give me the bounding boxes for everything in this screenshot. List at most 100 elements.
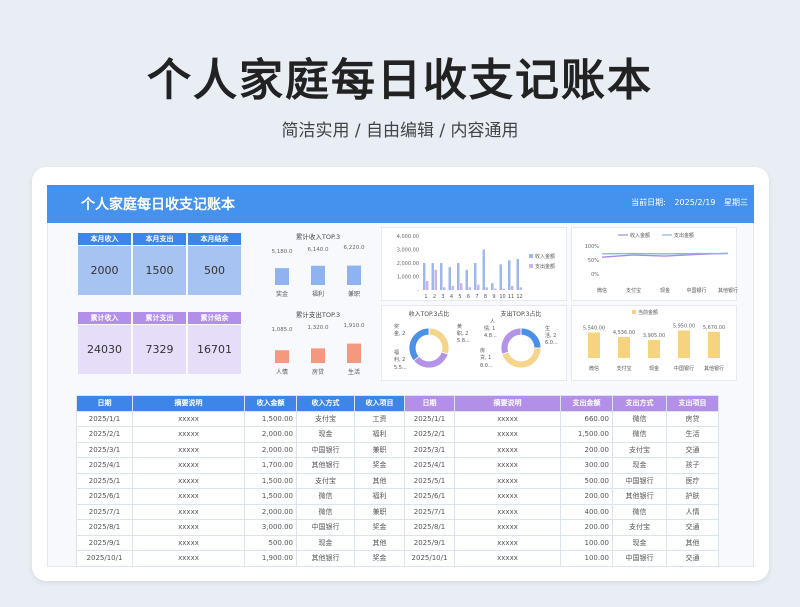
income-cell[interactable]: 2025/5/1 (76, 472, 133, 489)
expense-cell[interactable]: 生活 (666, 426, 719, 443)
expense-cell[interactable]: 200.00 (560, 488, 613, 505)
expense-cell[interactable]: 2025/2/1 (404, 426, 455, 443)
income-cell[interactable]: 1,500.00 (244, 472, 297, 489)
expense-cell[interactable]: 人情 (666, 503, 719, 520)
kpi-value[interactable]: 500 (188, 246, 241, 295)
income-cell[interactable]: 2025/8/1 (76, 519, 133, 536)
expense-cell[interactable]: 100.00 (560, 534, 613, 551)
income-cell[interactable]: 其他 (354, 534, 405, 551)
expense-cell[interactable]: 支付宝 (612, 519, 667, 536)
expense-cell[interactable]: 300.00 (560, 457, 613, 474)
income-cell[interactable]: xxxxx (132, 534, 245, 551)
income-cell[interactable]: xxxxx (132, 488, 245, 505)
expense-cell[interactable]: 交通 (666, 441, 719, 458)
expense-cell[interactable]: 孩子 (666, 457, 719, 474)
expense-cell[interactable]: 房贷 (666, 410, 719, 427)
income-cell[interactable]: 2025/6/1 (76, 488, 133, 505)
income-cell[interactable]: 工资 (354, 410, 405, 427)
expense-cell[interactable]: 交通 (666, 519, 719, 536)
income-cell[interactable]: 支付宝 (296, 472, 355, 489)
expense-cell[interactable]: 交通 (666, 550, 719, 567)
income-cell[interactable]: 500.00 (244, 534, 297, 551)
income-cell[interactable]: 2025/4/1 (76, 457, 133, 474)
expense-cell[interactable]: 2025/7/1 (404, 503, 455, 520)
expense-cell[interactable]: 现金 (612, 534, 667, 551)
income-cell[interactable]: xxxxx (132, 426, 245, 443)
income-cell[interactable]: xxxxx (132, 410, 245, 427)
income-cell[interactable]: 福利 (354, 426, 405, 443)
expense-cell[interactable]: 支付宝 (612, 441, 667, 458)
expense-cell[interactable]: 2025/1/1 (404, 410, 455, 427)
income-cell[interactable]: 现金 (296, 426, 355, 443)
expense-cell[interactable]: xxxxx (454, 488, 561, 505)
kpi-value[interactable]: 16701 (188, 325, 241, 374)
income-cell[interactable]: 支付宝 (296, 410, 355, 427)
income-cell[interactable]: 其他银行 (296, 457, 355, 474)
income-cell[interactable]: xxxxx (132, 519, 245, 536)
income-cell[interactable]: 2,000.00 (244, 426, 297, 443)
income-cell[interactable]: 其他银行 (296, 550, 355, 567)
expense-cell[interactable]: 护肤 (666, 488, 719, 505)
income-cell[interactable]: 福利 (354, 488, 405, 505)
expense-cell[interactable]: 微信 (612, 503, 667, 520)
expense-cell[interactable]: 500.00 (560, 472, 613, 489)
income-cell[interactable]: 2025/10/1 (76, 550, 133, 567)
income-cell[interactable]: 微信 (296, 488, 355, 505)
expense-cell[interactable]: xxxxx (454, 441, 561, 458)
expense-cell[interactable]: 其他银行 (612, 488, 667, 505)
expense-cell[interactable]: 医疗 (666, 472, 719, 489)
income-cell[interactable]: 现金 (296, 534, 355, 551)
expense-cell[interactable]: 2025/3/1 (404, 441, 455, 458)
income-cell[interactable]: xxxxx (132, 550, 245, 567)
expense-cell[interactable]: 微信 (612, 426, 667, 443)
expense-cell[interactable]: 200.00 (560, 519, 613, 536)
income-cell[interactable]: 奖金 (354, 519, 405, 536)
kpi-value[interactable]: 7329 (133, 325, 186, 374)
income-cell[interactable]: 2025/9/1 (76, 534, 133, 551)
income-cell[interactable]: 3,000.00 (244, 519, 297, 536)
expense-cell[interactable]: xxxxx (454, 550, 561, 567)
income-cell[interactable]: 兼职 (354, 441, 405, 458)
income-cell[interactable]: xxxxx (132, 503, 245, 520)
income-cell[interactable]: 奖金 (354, 550, 405, 567)
expense-cell[interactable]: 400.00 (560, 503, 613, 520)
expense-cell[interactable]: 2025/9/1 (404, 534, 455, 551)
income-cell[interactable]: xxxxx (132, 457, 245, 474)
expense-cell[interactable]: 2025/10/1 (404, 550, 455, 567)
expense-cell[interactable]: xxxxx (454, 534, 561, 551)
income-cell[interactable]: 2025/1/1 (76, 410, 133, 427)
income-cell[interactable]: 其他 (354, 472, 405, 489)
expense-cell[interactable]: xxxxx (454, 519, 561, 536)
income-cell[interactable]: 2025/7/1 (76, 503, 133, 520)
income-cell[interactable]: 中国银行 (296, 519, 355, 536)
income-cell[interactable]: 1,900.00 (244, 550, 297, 567)
expense-cell[interactable]: 2025/4/1 (404, 457, 455, 474)
expense-cell[interactable]: 微信 (612, 410, 667, 427)
expense-cell[interactable]: 其他 (666, 534, 719, 551)
income-cell[interactable]: xxxxx (132, 441, 245, 458)
kpi-value[interactable]: 2000 (78, 246, 131, 295)
expense-cell[interactable]: xxxxx (454, 503, 561, 520)
income-cell[interactable]: 1,700.00 (244, 457, 297, 474)
expense-cell[interactable]: 660.00 (560, 410, 613, 427)
income-cell[interactable]: 微信 (296, 503, 355, 520)
income-cell[interactable]: 中国银行 (296, 441, 355, 458)
expense-cell[interactable]: xxxxx (454, 472, 561, 489)
income-cell[interactable]: xxxxx (132, 472, 245, 489)
income-cell[interactable]: 奖金 (354, 457, 405, 474)
income-cell[interactable]: 2,000.00 (244, 441, 297, 458)
expense-cell[interactable]: 中国银行 (612, 550, 667, 567)
expense-cell[interactable]: xxxxx (454, 426, 561, 443)
income-cell[interactable]: 2025/2/1 (76, 426, 133, 443)
expense-cell[interactable]: 200.00 (560, 441, 613, 458)
income-cell[interactable]: 1,500.00 (244, 410, 297, 427)
expense-cell[interactable]: 现金 (612, 457, 667, 474)
kpi-value[interactable]: 24030 (78, 325, 131, 374)
kpi-value[interactable]: 1500 (133, 246, 186, 295)
income-cell[interactable]: 2,000.00 (244, 503, 297, 520)
expense-cell[interactable]: 2025/5/1 (404, 472, 455, 489)
expense-cell[interactable]: 100.00 (560, 550, 613, 567)
expense-cell[interactable]: 2025/8/1 (404, 519, 455, 536)
expense-cell[interactable]: 2025/6/1 (404, 488, 455, 505)
income-cell[interactable]: 兼职 (354, 503, 405, 520)
